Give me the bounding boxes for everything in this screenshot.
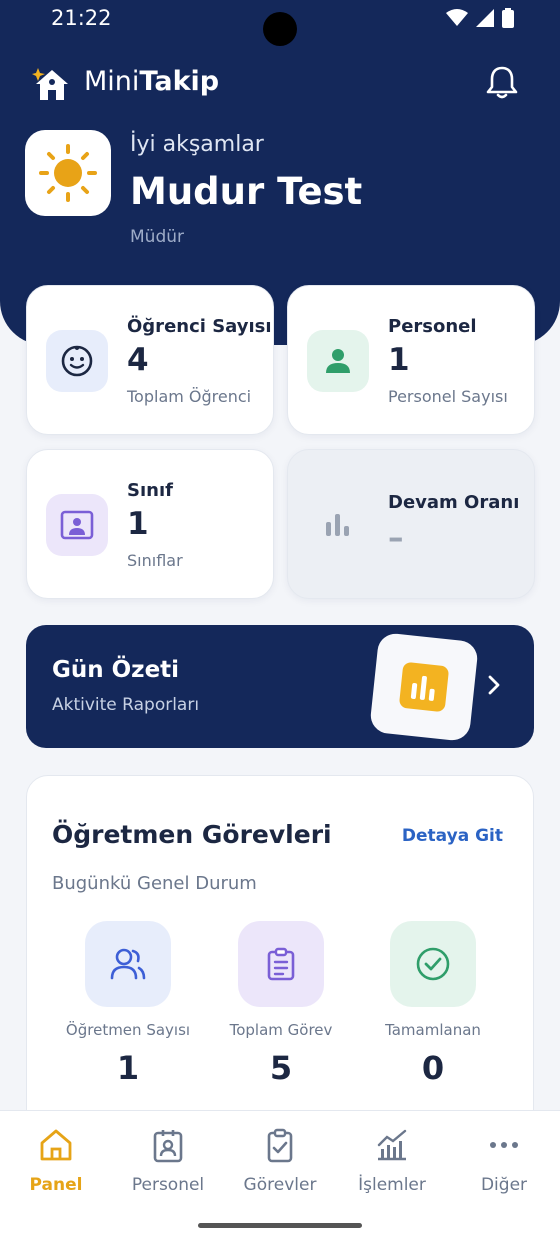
details-link[interactable]: Detaya Git [402, 826, 503, 846]
stat-subtitle: Toplam Öğrenci [127, 387, 252, 406]
nav-item-gorevler[interactable]: Görevler [224, 1127, 336, 1195]
stat-card-students[interactable]: Öğrenci Sayısı 4 Toplam Öğrenci [26, 285, 274, 435]
banner-title: Gün Özeti [52, 657, 180, 683]
trend-chart-icon [377, 1129, 407, 1161]
nav-label: İşlemler [358, 1175, 426, 1195]
nav-label: Görevler [243, 1175, 317, 1195]
metric-label: Toplam Görev [229, 1021, 333, 1039]
greeting: İyi akşamlar [130, 132, 264, 157]
stat-value: 4 [127, 342, 149, 378]
banner-subtitle: Aktivite Raporları [52, 695, 200, 715]
metric-label: Tamamlanan [385, 1021, 481, 1039]
stat-title: Öğrenci Sayısı [127, 316, 272, 337]
metric-label: Öğretmen Sayısı [65, 1021, 191, 1039]
nav-item-diger[interactable]: Diğer [448, 1127, 560, 1195]
user-name: Mudur Test [130, 170, 363, 213]
teacher-tasks-card: Öğretmen Görevleri Detaya Git Bugünkü Ge… [26, 775, 534, 1135]
metric-completed[interactable]: Tamamlanan 0 [358, 921, 508, 1087]
tasks-subtitle: Bugünkü Genel Durum [52, 873, 257, 894]
person-icon [307, 330, 369, 392]
stat-value: 1 [388, 342, 410, 378]
metric-value: 5 [269, 1049, 293, 1087]
stat-title: Personel [388, 316, 477, 337]
tasks-title: Öğretmen Görevleri [52, 820, 332, 849]
nav-item-panel[interactable]: Panel [0, 1127, 112, 1195]
report-chart-icon [369, 632, 479, 742]
wifi-icon [446, 9, 468, 26]
nav-item-personel[interactable]: Personel [112, 1127, 224, 1195]
stat-title: Devam Oranı [388, 492, 520, 513]
status-bar: 21:22 [0, 0, 560, 46]
app-logo-icon [32, 68, 68, 100]
nav-label: Personel [131, 1175, 205, 1195]
notification-bell-icon[interactable] [484, 64, 520, 100]
stat-card-staff[interactable]: Personel 1 Personel Sayısı [287, 285, 535, 435]
chevron-right-icon [488, 675, 500, 695]
class-board-icon [46, 494, 108, 556]
stat-value: 1 [127, 506, 149, 542]
stat-value: – [388, 520, 404, 556]
nav-item-islemler[interactable]: İşlemler [336, 1127, 448, 1195]
home-indicator [198, 1223, 362, 1228]
home-icon [40, 1129, 72, 1161]
user-role: Müdür [130, 227, 184, 247]
clipboard-check-icon [267, 1128, 293, 1163]
clipboard-icon [238, 921, 324, 1007]
day-summary-banner[interactable]: Gün Özeti Aktivite Raporları [26, 625, 534, 748]
nav-label: Diğer [480, 1175, 528, 1195]
battery-icon [502, 8, 514, 28]
status-time: 21:22 [51, 6, 112, 30]
bar-chart-icon [307, 494, 369, 556]
users-icon [85, 921, 171, 1007]
signal-icon [476, 9, 494, 27]
stat-subtitle: Sınıflar [127, 551, 183, 570]
stat-title: Sınıf [127, 480, 173, 501]
avatar[interactable] [25, 130, 111, 216]
metric-total-tasks[interactable]: Toplam Görev 5 [206, 921, 356, 1087]
sun-icon [39, 144, 97, 202]
more-dots-icon [490, 1142, 518, 1148]
metric-value: 1 [116, 1049, 140, 1087]
status-icons [446, 8, 514, 28]
badge-icon [153, 1130, 183, 1163]
metric-value: 0 [421, 1049, 445, 1087]
metric-teachers[interactable]: Öğretmen Sayısı 1 [53, 921, 203, 1087]
stat-card-attendance[interactable]: Devam Oranı – [287, 449, 535, 599]
check-circle-icon [390, 921, 476, 1007]
camera-cutout [263, 12, 297, 46]
stat-subtitle: Personel Sayısı [388, 387, 508, 406]
app-name: MiniTakip [84, 66, 220, 97]
stat-card-classes[interactable]: Sınıf 1 Sınıflar [26, 449, 274, 599]
nav-label: Panel [29, 1175, 83, 1195]
baby-face-icon [46, 330, 108, 392]
